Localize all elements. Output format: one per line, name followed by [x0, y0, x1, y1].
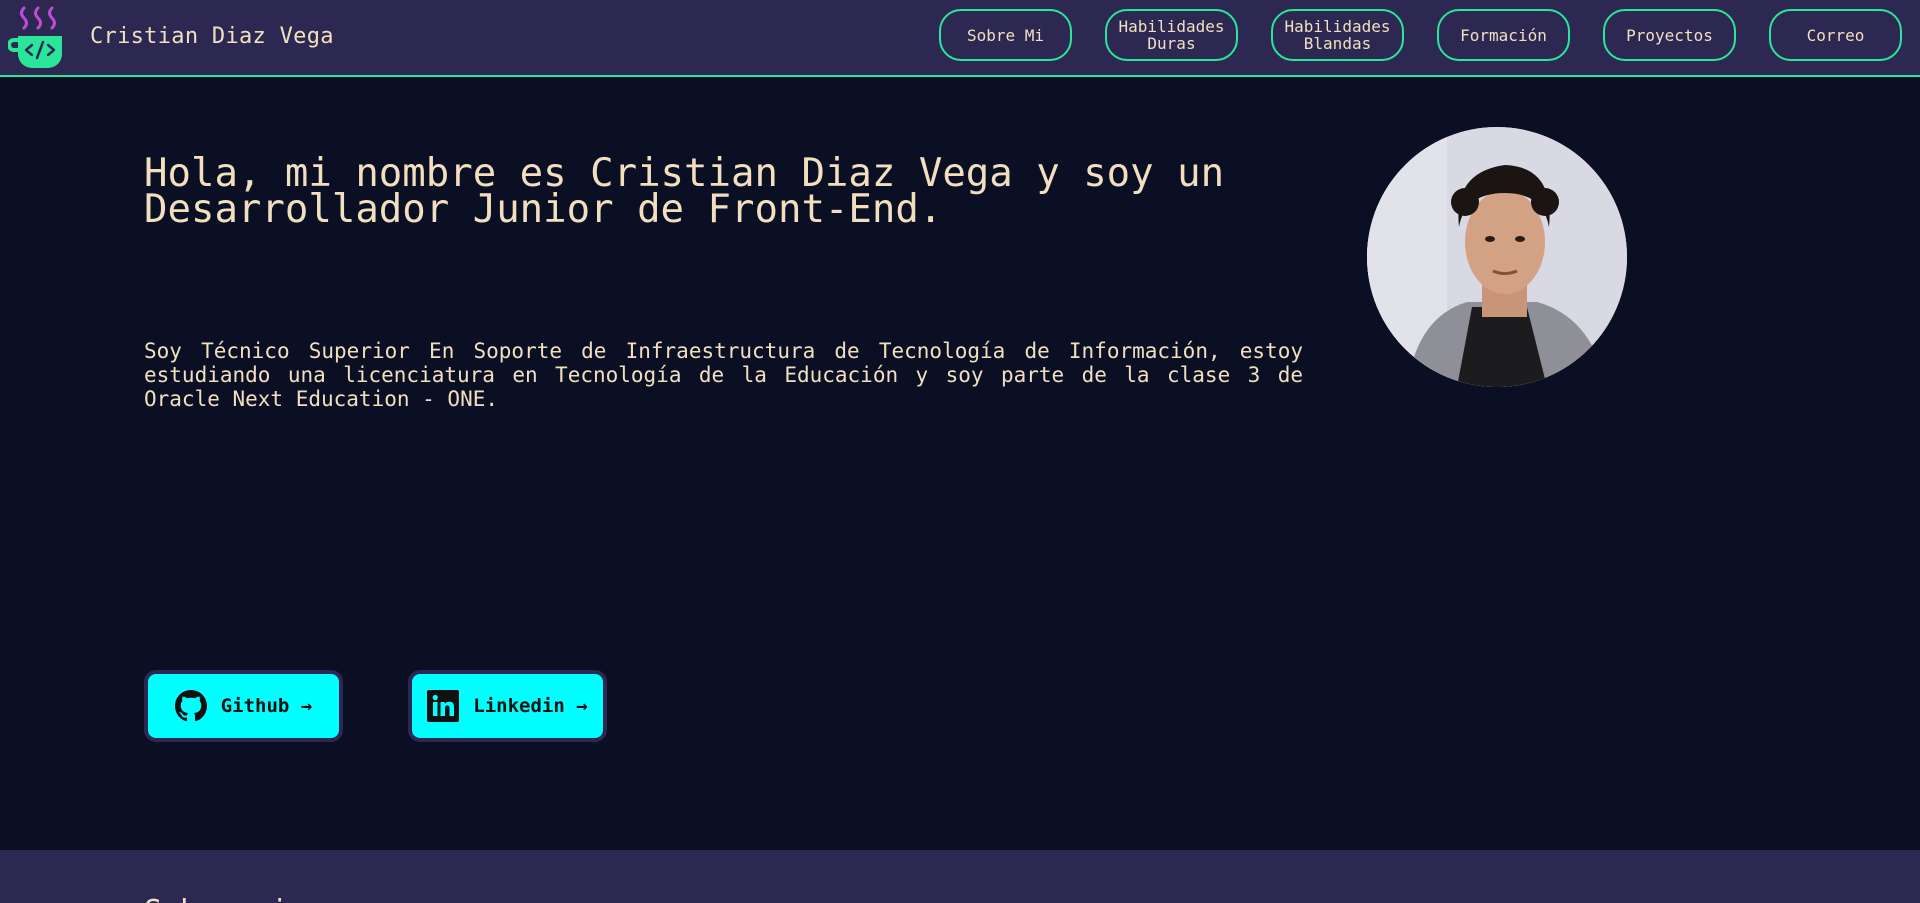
linkedin-button[interactable]: Linkedin →	[408, 670, 607, 742]
github-button[interactable]: Github →	[144, 670, 343, 742]
profile-photo	[1367, 127, 1627, 387]
nav-formacion[interactable]: Formación	[1437, 9, 1570, 61]
hero-title: Hola, mi nombre es Cristian Diaz Vega y …	[144, 151, 1225, 232]
brand-name[interactable]: Cristian Diaz Vega	[90, 24, 334, 49]
hero-description: Soy Técnico Superior En Soporte de Infra…	[144, 339, 1303, 411]
about-section-title: Sobre mi	[144, 894, 289, 903]
github-icon	[174, 690, 207, 722]
nav-habilidades-duras[interactable]: Habilidades Duras	[1105, 9, 1238, 61]
coffee-cup-code-logo[interactable]	[8, 4, 72, 70]
site-header: Cristian Diaz Vega Sobre Mi Habilidades …	[0, 0, 1920, 77]
main-nav: Sobre Mi Habilidades Duras Habilidades B…	[939, 9, 1902, 61]
nav-sobre-mi[interactable]: Sobre Mi	[939, 9, 1072, 61]
nav-habilidades-blandas[interactable]: Habilidades Blandas	[1271, 9, 1404, 61]
linkedin-icon	[427, 690, 460, 722]
linkedin-label: Linkedin →	[473, 695, 588, 717]
github-label: Github →	[220, 695, 313, 717]
nav-correo[interactable]: Correo	[1769, 9, 1902, 61]
nav-proyectos[interactable]: Proyectos	[1603, 9, 1736, 61]
about-section: Sobre mi	[0, 850, 1920, 903]
